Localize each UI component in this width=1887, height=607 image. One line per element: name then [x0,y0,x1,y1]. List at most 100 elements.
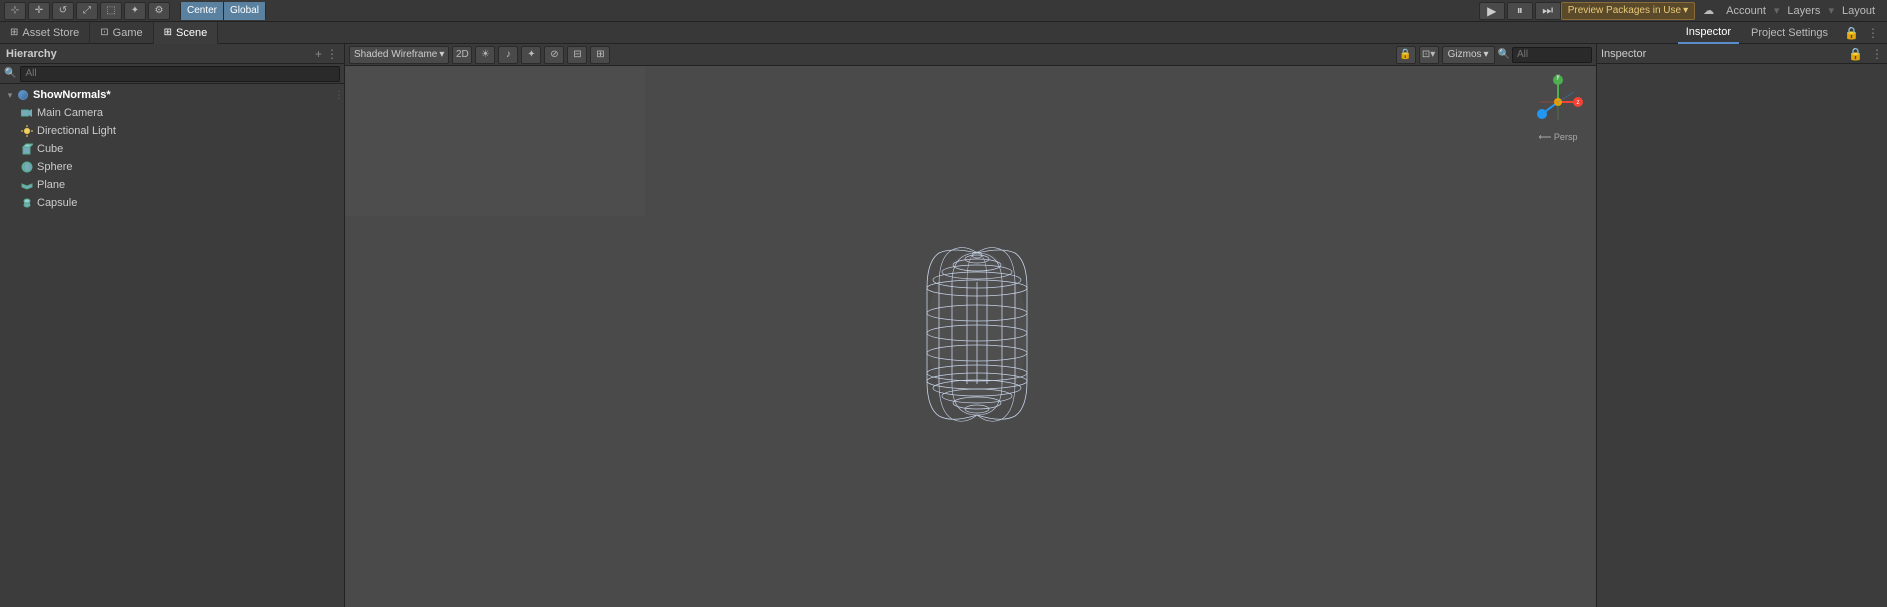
tree-label-sphere: Sphere [37,161,72,173]
toolbar-left: ⊹ ✛ ↺ ⤢ ⬚ ✦ ⚙ Center Global [0,2,1479,20]
shading-mode-label: Shaded Wireframe [354,49,437,60]
hierarchy-header: Hierarchy + ⋮ [0,44,344,64]
grid-btn[interactable]: ⊞ [590,46,610,64]
tree-label-shownormals: ShowNormals* [33,89,111,101]
gizmos-button[interactable]: Gizmos ▾ [1442,46,1495,64]
scene-lock-icon[interactable]: 🔒 [1396,46,1416,64]
hierarchy-options-icon[interactable]: ⋮ [334,90,344,101]
layout-menu[interactable]: Layout [1838,5,1879,17]
tree-label-cube: Cube [37,143,63,155]
panel-lock-icon[interactable]: 🔒 [1844,26,1859,40]
second-bar: ⊞ Asset Store ⊡ Game ⊞ Scene Inspector P… [0,22,1887,44]
tab-asset-store[interactable]: ⊞ Asset Store [0,22,90,44]
play-button[interactable]: ▶ [1479,2,1505,20]
capsule-3d [917,233,1037,433]
tree-label-plane: Plane [37,179,65,191]
panel-more-icon[interactable]: ⋮ [1867,26,1879,40]
pause-button[interactable]: ⏸ [1507,2,1533,20]
scene-object-icon [16,88,30,102]
account-menu[interactable]: Account [1722,5,1770,17]
hierarchy-title: Hierarchy [6,48,311,60]
tree-item-directional-light[interactable]: Directional Light [0,122,344,140]
lighting-btn[interactable]: ☀ [475,46,495,64]
tool-rect[interactable]: ⬚ [100,2,122,20]
top-bar-right: Preview Packages in Use ▾ ☁ Account ▾ La… [1561,2,1887,20]
scene-view[interactable]: y z ⟵ Persp [345,66,1596,607]
shading-mode-select[interactable]: Shaded Wireframe ▾ [349,46,449,64]
svg-text:z: z [1577,100,1580,106]
top-bar: ⊹ ✛ ↺ ⤢ ⬚ ✦ ⚙ Center Global ▶ ⏸ ⏭ Previe… [0,0,1887,22]
preview-packages-button[interactable]: Preview Packages in Use ▾ [1561,2,1695,20]
inspector-panel: Inspector 🔒 ⋮ [1597,44,1887,607]
tab-project-settings[interactable]: Project Settings [1743,22,1836,44]
tool-move[interactable]: ✛ [28,2,50,20]
inspector-content [1597,64,1887,607]
tree-item-sphere[interactable]: Sphere [0,158,344,176]
tool-rotate[interactable]: ↺ [52,2,74,20]
hierarchy-more-icon[interactable]: ⋮ [326,47,338,61]
tab-asset-store-label: Asset Store [22,27,79,39]
tool-scale[interactable]: ⤢ [76,2,98,20]
game-icon: ⊡ [100,27,108,38]
scene-toolbar: Shaded Wireframe ▾ 2D ☀ ♪ ✦ ⊘ ⊟ ⊞ 🔒 ⊡▾ G… [345,44,1596,66]
tree-item-main-camera[interactable]: Main Camera [0,104,344,122]
hierarchy-tree: ▾ ShowNormals* ⋮ Main Camera [0,84,344,607]
inspector-title: Inspector [1601,48,1646,60]
gizmo-axes-svg[interactable]: y z [1530,74,1586,130]
tab-scene-label: Scene [176,27,207,39]
tab-game-label: Game [113,27,143,39]
step-button[interactable]: ⏭ [1535,2,1561,20]
dimension-btn[interactable]: 2D [452,46,472,64]
second-bar-right: Inspector Project Settings 🔒 ⋮ [1678,22,1887,44]
preview-packages-label: Preview Packages in Use [1568,5,1681,16]
hierarchy-add-icon[interactable]: + [315,47,322,61]
preview-packages-arrow: ▾ [1683,5,1688,16]
tree-label-capsule: Capsule [37,197,77,209]
cube-icon [20,142,34,156]
overlay-btn[interactable]: ⊟ [567,46,587,64]
scene-search-area: 🔍 [1498,47,1592,63]
pivot-group: Center Global [180,2,266,20]
tree-item-plane[interactable]: Plane [0,176,344,194]
tree-item-cube[interactable]: Cube [0,140,344,158]
audio-btn[interactable]: ♪ [498,46,518,64]
tool-hand[interactable]: ⊹ [4,2,26,20]
asset-store-icon: ⊞ [10,27,18,38]
scene-view-select[interactable]: ⊡▾ [1419,46,1439,64]
tool-transform[interactable]: ✦ [124,2,146,20]
tree-item-shownormals[interactable]: ▾ ShowNormals* ⋮ [0,86,344,104]
scene-toolbar-right: 🔒 ⊡▾ Gizmos ▾ 🔍 [1396,46,1592,64]
capsule-icon [20,196,34,210]
hierarchy-search-input[interactable] [20,66,340,82]
layers-menu[interactable]: Layers [1783,5,1824,17]
tab-scene[interactable]: ⊞ Scene [154,22,219,44]
hide-btn[interactable]: ⊘ [544,46,564,64]
gizmo-persp-label[interactable]: ⟵ Persp [1539,132,1578,143]
scene-panel: Shaded Wireframe ▾ 2D ☀ ♪ ✦ ⊘ ⊟ ⊞ 🔒 ⊡▾ G… [345,44,1597,607]
pivot-center[interactable]: Center [181,2,224,20]
scene-search-input[interactable] [1512,47,1592,63]
tab-inspector[interactable]: Inspector [1678,22,1739,44]
gizmo-widget: y z ⟵ Persp [1528,74,1588,154]
tool-extra[interactable]: ⚙ [148,2,170,20]
main-area: Hierarchy + ⋮ 🔍 ▾ ShowNormals* ⋮ [0,44,1887,607]
tree-arrow-shownormals: ▾ [4,89,16,101]
inspector-header-actions: 🔒 ⋮ [1844,47,1883,61]
hierarchy-search-bar: 🔍 [0,64,344,84]
tab-game[interactable]: ⊡ Game [90,22,153,44]
search-icon: 🔍 [4,68,16,79]
hierarchy-panel: Hierarchy + ⋮ 🔍 ▾ ShowNormals* ⋮ [0,44,345,607]
tree-item-capsule[interactable]: Capsule [0,194,344,212]
plane-icon [20,178,34,192]
light-icon [20,124,34,138]
effects-btn[interactable]: ✦ [521,46,541,64]
inspector-more-icon[interactable]: ⋮ [1871,47,1883,61]
pivot-global[interactable]: Global [224,2,265,20]
inspector-header: Inspector 🔒 ⋮ [1597,44,1887,64]
inspector-lock-icon[interactable]: 🔒 [1848,47,1863,61]
cloud-icon[interactable]: ☁ [1699,4,1718,17]
gizmos-arrow: ▾ [1484,49,1489,60]
scene-icon-tab: ⊞ [164,27,172,38]
tree-label-directional-light: Directional Light [37,125,116,137]
scene-grid [345,66,645,216]
